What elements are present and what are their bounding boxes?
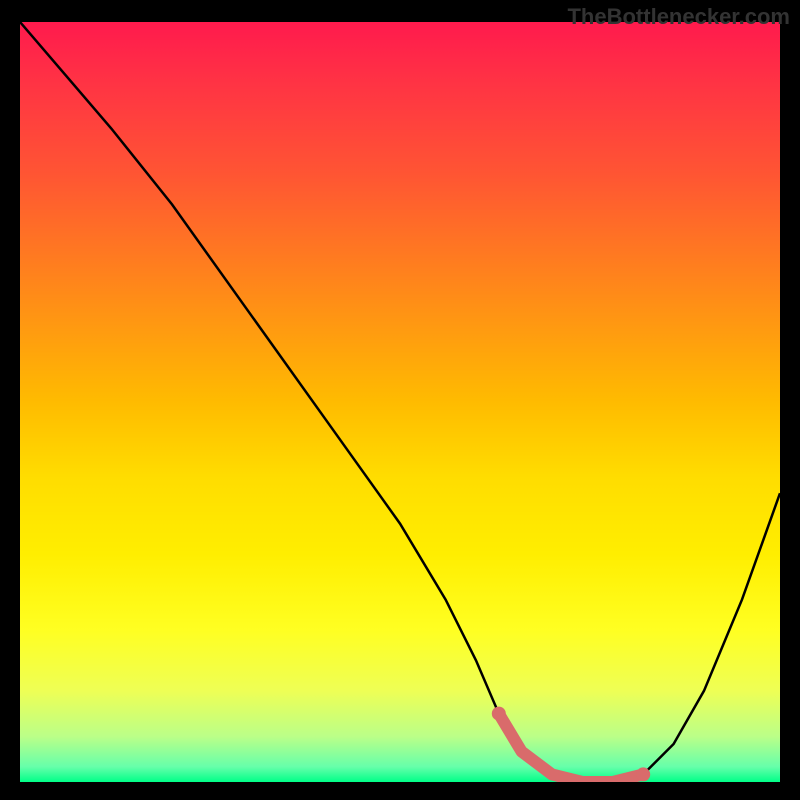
chart-container: TheBottleneсker.com <box>0 0 800 800</box>
bottleneck-curve <box>20 22 780 782</box>
optimal-zone-endpoint <box>492 707 506 721</box>
optimal-zone-highlight <box>499 714 643 782</box>
watermark-text: TheBottleneсker.com <box>567 4 790 30</box>
chart-svg <box>20 22 780 782</box>
curve-group <box>20 22 780 782</box>
optimal-zone-endpoint <box>636 767 650 781</box>
